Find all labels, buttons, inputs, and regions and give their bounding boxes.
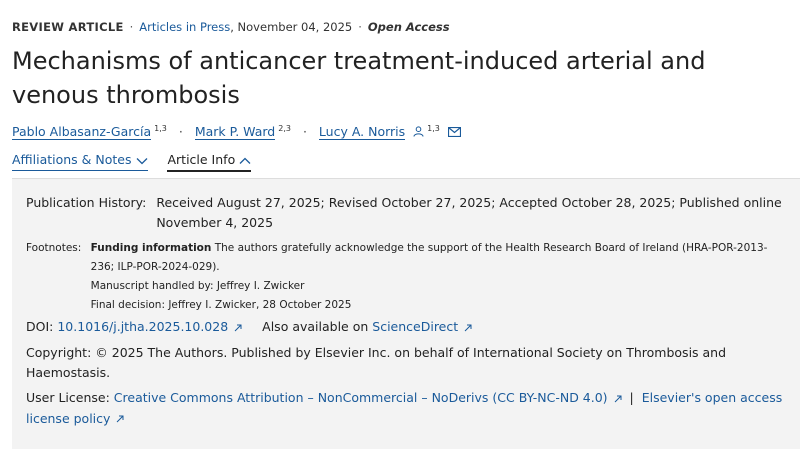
author-link-2[interactable]: Mark P. Ward: [194, 124, 276, 141]
separator-dot: ·: [358, 20, 362, 34]
funding-text-1: The authors gratefully acknowledge the s…: [211, 242, 768, 254]
oa-policy-link[interactable]: Elsevier's open access: [642, 390, 783, 405]
person-icon[interactable]: [413, 125, 424, 140]
tab-affiliations-notes[interactable]: Affiliations & Notes: [12, 152, 148, 171]
open-access-label: Open Access: [367, 20, 450, 34]
also-available-label: Also available on: [262, 319, 369, 334]
cc-license-link[interactable]: Creative Commons Attribution – NonCommer…: [114, 390, 608, 405]
footnotes-label: Footnotes:: [26, 242, 82, 254]
envelope-icon[interactable]: [447, 125, 461, 140]
tab-article-info[interactable]: Article Info: [167, 152, 252, 172]
article-type: REVIEW ARTICLE: [12, 20, 124, 34]
final-decision: Final decision: Jeffrey I. Zwicker, 28 O…: [90, 299, 352, 311]
external-link-icon: [234, 318, 242, 338]
publication-history: Publication History: Received August 27,…: [26, 193, 782, 233]
tab-label: Article Info: [167, 152, 236, 167]
manuscript-handled-by: Manuscript handled by: Jeffrey I. Zwicke…: [90, 280, 305, 292]
license-separator: |: [629, 390, 634, 405]
chevron-up-icon: [239, 157, 251, 164]
funding-label: Funding information: [90, 242, 212, 254]
author-list: Pablo Albasanz-García 1,3 · Mark P. Ward 2…: [12, 124, 461, 141]
external-link-icon: [464, 318, 472, 338]
author-link-1[interactable]: Pablo Albasanz-García: [12, 124, 152, 141]
sciencedirect-link[interactable]: ScienceDirect: [372, 319, 458, 334]
author-link-3[interactable]: Lucy A. Norris: [318, 124, 406, 141]
external-link-icon: [614, 389, 622, 409]
doi-row: DOI: 10.1016/j.jtha.2025.10.028 Also ava…: [26, 317, 472, 338]
author-affiliation-sup: 1,3: [427, 124, 440, 133]
history-line-2: November 4, 2025: [156, 215, 274, 230]
chevron-down-icon: [136, 157, 147, 164]
copyright: Copyright: © 2025 The Authors. Published…: [26, 343, 726, 383]
footnotes: Footnotes: Funding information The autho…: [26, 239, 767, 315]
license-label: User License:: [26, 390, 110, 405]
article-meta: REVIEW ARTICLE · Articles in Press, Novemb…: [12, 20, 450, 34]
article-tabs: Affiliations & Notes Article Info: [12, 152, 267, 172]
article-title: Mechanisms of anticancer treatment-induc…: [12, 47, 706, 109]
history-line-1: Received August 27, 2025; Revised Octobe…: [156, 195, 782, 210]
articles-in-press-link[interactable]: Articles in Press: [139, 20, 230, 34]
doi-label: DOI:: [26, 319, 54, 334]
article-info-panel: Publication History: Received August 27,…: [12, 178, 800, 449]
tab-label: Affiliations & Notes: [12, 152, 132, 167]
separator-dot: ·: [178, 124, 183, 140]
history-text: Received August 27, 2025; Revised Octobe…: [156, 193, 781, 233]
oa-policy-link-cont[interactable]: license policy: [26, 411, 110, 426]
author-affiliation-sup: 2,3: [278, 124, 291, 133]
copyright-line-2: Haemostasis.: [26, 365, 111, 380]
user-license: User License: Creative Commons Attributi…: [26, 388, 786, 429]
separator-dot: ·: [129, 20, 134, 34]
copyright-line-1: Copyright: © 2025 The Authors. Published…: [26, 345, 727, 360]
history-label: Publication History:: [26, 195, 147, 210]
funding-text-2: 236; ILP-POR-2024-029).: [90, 261, 220, 273]
publication-date: , November 04, 2025: [230, 20, 353, 34]
doi-link[interactable]: 10.1016/j.jtha.2025.10.028: [57, 319, 228, 334]
separator-dot: ·: [302, 124, 307, 140]
external-link-icon: [116, 409, 124, 429]
author-affiliation-sup: 1,3: [154, 124, 167, 133]
footnotes-body: Funding information The authors grateful…: [91, 239, 768, 315]
